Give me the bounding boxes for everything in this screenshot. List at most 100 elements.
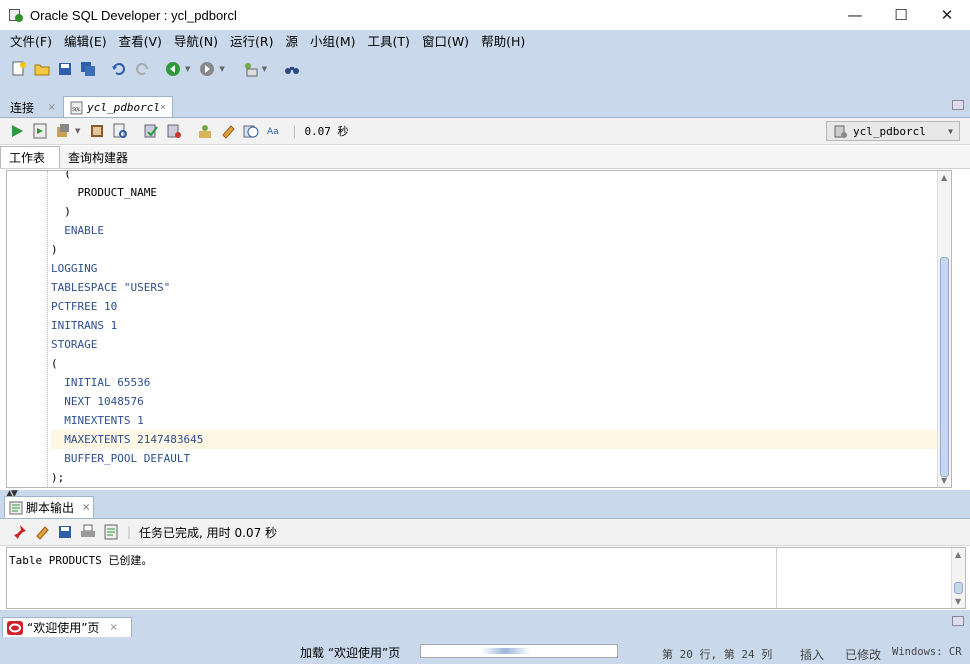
menu-view[interactable]: 查看(V) — [113, 30, 168, 54]
tab-worksheet-close-icon[interactable]: × — [160, 102, 166, 113]
connection-select[interactable]: ycl_pdborcl ▼ — [826, 121, 960, 141]
sql-history-icon[interactable] — [240, 120, 262, 142]
scroll-down-icon[interactable]: ▼ — [941, 476, 947, 485]
code-line: ) — [51, 205, 71, 218]
output-vertical-scrollbar[interactable]: ▲ ▼ — [951, 548, 965, 608]
bottom-panel-minimize-icon[interactable] — [952, 616, 964, 626]
output-scroll-down-icon[interactable]: ▼ — [955, 597, 961, 606]
menu-navigate[interactable]: 导航(N) — [168, 30, 224, 54]
save-icon[interactable] — [54, 58, 76, 80]
menu-window[interactable]: 窗口(W) — [416, 30, 475, 54]
format-case-icon[interactable]: Aa — [263, 120, 285, 142]
sql-editor[interactable]: ( PRODUCT_NAME ) ENABLE ) LOGGING TABLES… — [6, 170, 952, 488]
editor-gutter — [47, 171, 48, 487]
connection-dropdown-icon[interactable]: ▼ — [948, 127, 953, 136]
save-all-icon[interactable] — [77, 58, 99, 80]
tab-connections-label: 连接 — [10, 100, 35, 115]
autotrace-dropdown-icon[interactable]: ▼ — [75, 127, 80, 135]
code-line: STORAGE — [51, 338, 98, 351]
forward-dropdown-icon[interactable]: ▼ — [219, 65, 224, 73]
forward-icon[interactable] — [196, 58, 218, 80]
print-icon[interactable] — [77, 521, 99, 543]
window-title: Oracle SQL Developer : ycl_pdborcl — [30, 7, 237, 23]
tab-script-output[interactable]: 脚本输出 × — [4, 496, 94, 518]
panel-minimize-icon[interactable] — [952, 100, 964, 110]
close-button[interactable]: ✕ — [924, 0, 970, 30]
open-folder-icon[interactable] — [31, 58, 53, 80]
sql-worksheet-dropdown-icon[interactable]: ▼ — [262, 65, 267, 73]
save-output-icon[interactable] — [54, 521, 76, 543]
code-line: ( — [51, 170, 71, 180]
output-scroll-up-icon[interactable]: ▲ — [955, 550, 961, 559]
pin-icon[interactable] — [8, 521, 30, 543]
tab-welcome-page[interactable]: “欢迎使用”页 × — [2, 617, 132, 637]
undo-icon[interactable] — [108, 58, 130, 80]
document-tab-strip: 连接 × SQL ycl_pdborcl × — [0, 94, 970, 118]
scroll-thumb[interactable] — [940, 257, 949, 477]
script-output-text: Table PRODUCTS 已创建。 — [9, 554, 153, 567]
svg-text:Aa: Aa — [267, 127, 279, 137]
run-script-icon[interactable] — [29, 120, 51, 142]
code-line: PCTFREE 10 — [51, 300, 118, 313]
tab-connections[interactable]: 连接 × — [4, 96, 62, 118]
code-line: MINEXTENTS 1 — [51, 414, 144, 427]
menu-run[interactable]: 运行(R) — [224, 30, 279, 54]
insert-mode: 插入 — [800, 648, 825, 662]
worksheet-panel: ▼ Aa | 0.07 秒 ycl_pdborcl ▼ 工作表 查询构建器 ( … — [0, 117, 970, 490]
new-icon[interactable] — [8, 58, 30, 80]
menu-team[interactable]: 小组(M) — [304, 30, 362, 54]
clear-output-eraser-icon[interactable] — [31, 521, 53, 543]
autotrace-icon[interactable] — [52, 120, 74, 142]
database-icon — [834, 125, 847, 138]
code-line: ENABLE — [51, 224, 104, 237]
output-scroll-thumb[interactable] — [954, 582, 963, 594]
modified-status: 已修改 — [845, 648, 882, 662]
binoculars-icon[interactable] — [281, 58, 303, 80]
code-line: ) — [51, 243, 58, 256]
oracle-logo-icon — [7, 620, 23, 635]
script-output-icon — [9, 501, 23, 514]
explain-plan-icon[interactable] — [86, 120, 108, 142]
menu-file[interactable]: 文件(F) — [4, 30, 58, 54]
scroll-up-icon[interactable]: ▲ — [941, 173, 947, 182]
unshared-sql-icon[interactable] — [194, 120, 216, 142]
tab-worksheet[interactable]: SQL ycl_pdborcl × — [63, 96, 173, 118]
code-line: NEXT 1048576 — [51, 395, 144, 408]
editor-vertical-scrollbar[interactable]: ▲ ▼ — [937, 171, 951, 487]
main-toolbar: ▼ ▼ ▼ — [0, 54, 970, 84]
subtab-worksheet[interactable]: 工作表 — [0, 146, 61, 168]
tab-script-output-label: 脚本输出 — [26, 501, 75, 515]
commit-icon[interactable] — [140, 120, 162, 142]
worksheet-subtabs: 工作表 查询构建器 — [0, 146, 970, 169]
back-icon[interactable] — [162, 58, 184, 80]
sql-developer-app-icon — [8, 7, 24, 23]
output-document-icon[interactable] — [100, 521, 122, 543]
loading-progress-bar — [420, 644, 618, 658]
menu-source[interactable]: 源 — [279, 30, 304, 54]
redo-icon[interactable] — [131, 58, 153, 80]
tab-script-output-close-icon[interactable]: × — [82, 502, 90, 513]
svg-text:SQL: SQL — [72, 107, 81, 113]
script-output-area[interactable]: Table PRODUCTS 已创建。 ▲ ▼ — [6, 547, 966, 609]
menu-tools[interactable]: 工具(T) — [362, 30, 416, 54]
tab-worksheet-label: ycl_pdborcl — [87, 101, 160, 114]
subtab-query-builder[interactable]: 查询构建器 — [60, 146, 132, 168]
back-dropdown-icon[interactable]: ▼ — [185, 65, 190, 73]
menu-bar: 文件(F) 编辑(E) 查看(V) 导航(N) 运行(R) 源 小组(M) 工具… — [0, 30, 970, 54]
tab-connections-close-icon[interactable]: × — [48, 102, 56, 113]
tab-welcome-label: “欢迎使用”页 — [27, 621, 100, 635]
clear-eraser-icon[interactable] — [217, 120, 239, 142]
status-bar: 加载 “欢迎使用”页 第 20 行, 第 24 列 插入 已修改 Windows… — [0, 640, 970, 664]
menu-help[interactable]: 帮助(H) — [475, 30, 531, 54]
status-loading-text: 加载 “欢迎使用”页 — [300, 646, 401, 660]
run-statement-icon[interactable] — [6, 120, 28, 142]
menu-edit[interactable]: 编辑(E) — [58, 30, 113, 54]
maximize-button[interactable]: ☐ — [878, 0, 924, 30]
worksheet-toolbar: ▼ Aa | 0.07 秒 ycl_pdborcl ▼ — [0, 118, 970, 145]
sql-tuning-icon[interactable] — [109, 120, 131, 142]
minimize-button[interactable]: — — [832, 0, 878, 30]
tab-welcome-close-icon[interactable]: × — [109, 622, 117, 633]
sql-worksheet-icon[interactable] — [239, 58, 261, 80]
title-bar: Oracle SQL Developer : ycl_pdborcl — ☐ ✕ — [0, 0, 970, 30]
rollback-icon[interactable] — [163, 120, 185, 142]
